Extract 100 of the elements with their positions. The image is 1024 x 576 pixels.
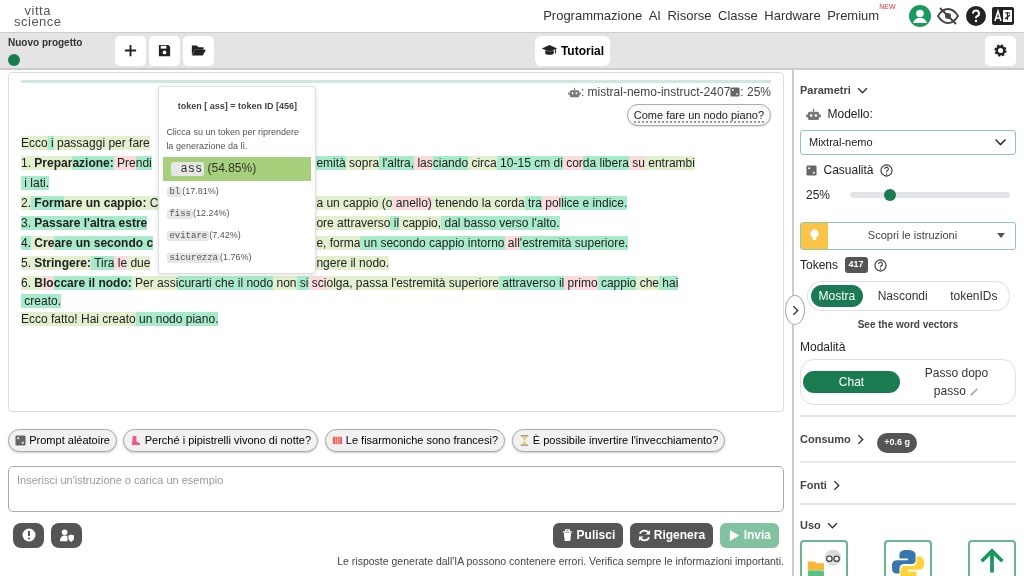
prompt-field[interactable]: Inserisci un'istruzione o carica un esempio (8, 465, 784, 512)
token[interactable]: Prepar (31, 156, 73, 171)
section-header[interactable]: Parametri (800, 82, 1016, 99)
token[interactable]: las (414, 156, 433, 171)
token[interactable]: Per assi (131, 276, 179, 290)
token[interactable]: l'altra, (379, 156, 415, 171)
token[interactable]: Pre (113, 156, 136, 171)
token[interactable]: ccare il nodo: (53, 276, 132, 290)
token[interactable]: pol (541, 196, 562, 211)
token[interactable]: le (114, 256, 128, 271)
token[interactable]: olga, passa l'estremità superiore (326, 276, 499, 290)
token[interactable]: primo (564, 276, 598, 290)
token[interactable]: creato. (21, 294, 62, 308)
token[interactable]: curarti che il nodo (178, 276, 274, 290)
token[interactable]: il (390, 216, 400, 231)
toggle-option[interactable]: Mostra (810, 284, 864, 307)
token[interactable]: cor (562, 156, 583, 171)
clear-button[interactable]: Pulisci (552, 522, 624, 548)
suggestion-chip[interactable]: È possibile invertire l'invecchiamento? (511, 429, 726, 452)
token[interactable]: cappio intorno (425, 236, 505, 251)
token-option[interactable]: fiss (12.24%) (163, 203, 312, 225)
token[interactable]: due (127, 256, 151, 271)
token[interactable]: cappio, (399, 216, 442, 231)
nav-link[interactable]: Programmazione (543, 6, 643, 26)
token[interactable]: 6. (21, 276, 31, 290)
token[interactable]: ore attraverso (316, 216, 391, 231)
token[interactable]: che (636, 276, 659, 290)
translate-icon[interactable] (992, 7, 1014, 25)
token[interactable]: 1. (21, 156, 31, 171)
save-button[interactable] (149, 35, 181, 66)
logo[interactable]: vitta science (14, 5, 62, 27)
token[interactable]: B (31, 276, 44, 290)
tutorial-button[interactable]: Tutorial (534, 35, 610, 66)
token[interactable]: e, forma (316, 236, 361, 251)
token-option[interactable]: bl (17.81%) (163, 181, 312, 203)
new-button[interactable] (114, 35, 146, 66)
mode-option[interactable]: Chat (803, 371, 900, 394)
token[interactable]: emità (316, 156, 346, 171)
token[interactable]: passaggi per fare (53, 136, 150, 151)
section-header[interactable]: Fonti (800, 476, 841, 494)
token[interactable]: ngere il nodo. (316, 256, 390, 271)
token[interactable]: 2. (21, 196, 31, 211)
token-option[interactable]: evitare (7.42%) (163, 225, 312, 247)
token[interactable]: da libera (582, 156, 629, 171)
token[interactable]: i (47, 136, 54, 151)
token[interactable]: lo (43, 276, 54, 290)
instructions-dropdown[interactable]: Scopri le istruzioni (800, 221, 1016, 250)
slider-track[interactable] (849, 191, 1010, 198)
token[interactable]: i lati. (21, 176, 50, 191)
token[interactable]: circa (468, 156, 497, 171)
nav-link[interactable]: Hardware (764, 6, 821, 26)
suggestion-chip[interactable]: Le fisarmoniche sono francesi? (324, 429, 506, 452)
nav-link[interactable]: Risorse (667, 6, 712, 26)
eye-slash-icon[interactable] (937, 7, 959, 25)
report-button[interactable] (13, 522, 44, 548)
privacy-button[interactable] (50, 522, 82, 548)
token[interactable]: tenendo la corda (431, 196, 525, 211)
mode-option[interactable]: Passo dopo passo (900, 362, 1013, 403)
token[interactable]: non (273, 276, 297, 290)
token[interactable]: 4. (21, 236, 31, 251)
section-header[interactable]: Consumo (800, 430, 865, 448)
settings-button[interactable] (985, 35, 1016, 66)
token[interactable]: 10-15 cm di (496, 156, 563, 171)
help-icon[interactable] (874, 258, 888, 272)
token[interactable]: 'estremità superiore. (519, 236, 629, 251)
token[interactable]: un secondo (360, 236, 426, 251)
token[interactable]: C (146, 196, 159, 211)
token[interactable]: attraverso il (498, 276, 565, 290)
slider-thumb[interactable] (883, 188, 896, 201)
token[interactable]: dal (441, 216, 461, 231)
regenerate-button[interactable]: Rigenera (629, 522, 714, 548)
token[interactable]: a un cappio (316, 196, 379, 211)
token[interactable]: 5. (21, 256, 31, 271)
collapse-toggle[interactable] (785, 295, 805, 325)
token[interactable]: Stringere: (31, 256, 92, 271)
token[interactable]: lice e indice. (561, 196, 628, 211)
token[interactable]: Tira (91, 256, 115, 271)
token[interactable]: Cre (31, 236, 55, 251)
token[interactable]: tra (524, 196, 542, 211)
token[interactable]: ciando (432, 156, 469, 171)
token[interactable]: Passare l'altra estre (31, 216, 148, 231)
suggestion-chip[interactable]: Prompt aléatoire (8, 429, 117, 452)
token[interactable]: are un secondo c (54, 236, 154, 251)
help-icon[interactable] (880, 163, 894, 177)
nav-link[interactable]: AI (648, 6, 661, 26)
section-header[interactable]: Uso (800, 517, 839, 534)
token[interactable]: basso verso l'alto. (460, 216, 560, 231)
token-option[interactable]: ass (54.85%) (163, 157, 312, 181)
token[interactable]: azione: (72, 156, 114, 171)
token[interactable]: un nodo piano. (135, 312, 219, 326)
token[interactable]: anello) (392, 196, 432, 211)
word-vectors-link[interactable]: See the word vectors (857, 317, 959, 332)
token[interactable]: (o (378, 196, 393, 211)
model-select[interactable]: Mixtral-nemo (800, 129, 1016, 155)
token[interactable]: Form (31, 196, 65, 211)
token[interactable]: hai (659, 276, 679, 290)
help-icon[interactable] (965, 6, 986, 26)
open-folder-button[interactable] (183, 35, 215, 66)
token[interactable]: Ecco (21, 136, 48, 151)
suggestion-chip[interactable]: Perché i pipistrelli vivono di notte? (123, 429, 319, 452)
